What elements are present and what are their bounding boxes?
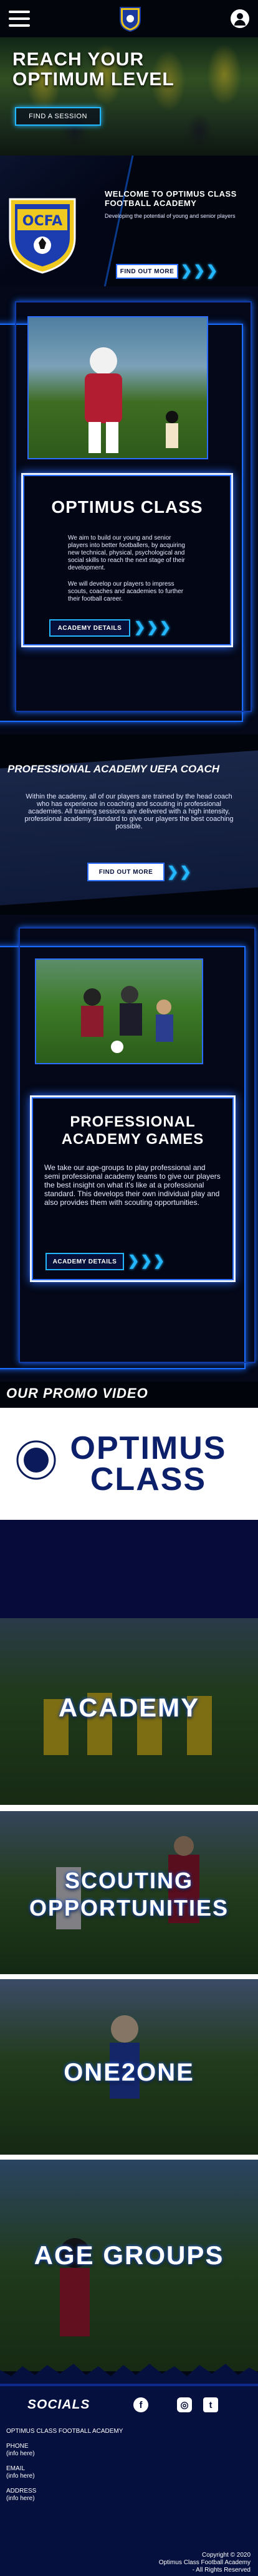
games-title: PROFESSIONAL ACADEMY GAMES [32,1113,234,1148]
copyright-line3: - All Rights Reserved [192,2567,251,2574]
uefa-find-out-more-button[interactable]: FIND OUT MORE [87,863,165,881]
welcome-section: OCFA WELCOME TO OPTIMUS CLASS FOOTBALL A… [0,156,258,286]
tile-scouting[interactable]: SCOUTING OPPORTUNITIES [0,1811,258,1979]
socials-heading: SOCIALS [27,2397,90,2412]
footer-copyright: Copyright © 2020 Optimus Class Football … [159,2552,251,2574]
torn-edge [0,2364,258,2385]
tile-scouting-label: SCOUTING OPPORTUNITIES [0,1867,258,1922]
club-crest-icon[interactable] [117,5,144,32]
hero-banner: REACH YOUR OPTIMUM LEVEL FIND A SESSION [0,37,258,156]
promo-logo-text: OPTIMUS CLASS [55,1430,242,1497]
footer-address-label: ADDRESS [6,2488,37,2494]
top-bar [0,0,258,37]
games-photo [35,958,203,1064]
games-card: PROFESSIONAL ACADEMY GAMES We take our a… [30,1095,236,1282]
footer-email-value[interactable]: (info here) [6,2473,35,2480]
tile-age-groups-label: AGE GROUPS [34,2241,224,2270]
promo-logo-word2: CLASS [90,1461,207,1497]
footer-phone-label: PHONE [6,2443,29,2450]
welcome-subtitle: Developing the potential of young and se… [105,213,236,219]
footer-phone-value[interactable]: (info here) [6,2450,35,2458]
tile-age-groups[interactable]: AGE GROUPS [0,2160,258,2371]
uefa-body: Within the academy, all of our players a… [24,793,234,830]
copyright-line2: Optimus Class Football Academy [158,2559,251,2566]
chevron-right-icon: ❯ ❯ ❯ [181,263,218,278]
tile-academy[interactable]: ACADEMY [0,1618,258,1805]
find-session-button[interactable]: FIND A SESSION [15,107,101,126]
academy-crest-icon: OCFA [9,198,76,274]
footer-address-value: (info here) [6,2495,35,2502]
welcome-title: WELCOME TO OPTIMUS CLASS FOOTBALL ACADEM… [105,189,254,208]
hero-title-line1: REACH YOUR [12,49,145,70]
games-body: We take our age-groups to play professio… [44,1163,221,1207]
promo-logo-word1: OPTIMUS [70,1430,227,1466]
welcome-title-line2: FOOTBALL ACADEMY [105,199,197,208]
instagram-icon[interactable]: ◎ [177,2397,192,2412]
optimus-body-1: We aim to build our young and senior pla… [68,535,185,571]
optimus-card: OPTIMUS CLASS We aim to build our young … [21,473,233,647]
chevron-right-icon: ❯ ❯ ❯ [134,619,171,635]
chevron-right-icon: ❯ ❯ [167,864,191,879]
user-circle-icon[interactable] [231,9,249,28]
find-out-more-button[interactable]: FIND OUT MORE [116,264,178,279]
page: REACH YOUR OPTIMUM LEVEL FIND A SESSION … [0,0,258,2576]
promo-video[interactable]: OPTIMUS CLASS [0,1408,258,1520]
academy-details-button[interactable]: ACADEMY DETAILS [49,619,130,637]
hamburger-icon[interactable] [9,11,30,27]
hero-title-line2: OPTIMUM LEVEL [12,69,174,90]
chevron-right-icon: ❯ ❯ ❯ [128,1253,165,1268]
games-section: PROFESSIONAL ACADEMY GAMES We take our a… [0,915,258,1382]
promo-heading: OUR PROMO VIDEO [6,1385,148,1401]
optimus-section: OPTIMUS CLASS We aim to build our young … [0,286,258,734]
promo-divider [0,1520,258,1619]
facebook-icon[interactable]: f [133,2397,148,2412]
footer: OPTIMUS CLASS FOOTBALL ACADEMY PHONE (in… [0,2424,258,2576]
hero-title: REACH YOUR OPTIMUM LEVEL [12,50,174,90]
footer-email-label: EMAIL [6,2465,26,2472]
uefa-section: PROFESSIONAL ACADEMY UEFA COACH Within t… [0,734,258,915]
tile-scouting-line2: OPPORTUNITIES [29,1895,229,1921]
tile-scouting-line1: SCOUTING [64,1868,193,1893]
games-academy-details-button[interactable]: ACADEMY DETAILS [45,1253,124,1270]
uefa-title: PROFESSIONAL ACADEMY UEFA COACH [7,763,220,775]
tile-one2one[interactable]: ONE2ONE [0,1979,258,2160]
tile-academy-label: ACADEMY [58,1693,200,1722]
twitter-icon[interactable]: t [203,2397,218,2412]
optimus-photo [27,316,208,459]
copyright-line1: Copyright © 2020 [202,2552,251,2559]
games-title-line2: ACADEMY GAMES [61,1131,204,1148]
svg-text:OCFA: OCFA [22,213,62,229]
games-title-line1: PROFESSIONAL [70,1113,196,1130]
promo-header: OUR PROMO VIDEO [0,1382,258,1407]
optimus-title: OPTIMUS CLASS [51,497,203,517]
optimus-body-2: We will develop our players to impress s… [68,581,184,602]
socials-bar: SOCIALS f ◎ t [0,2384,258,2424]
footer-org: OPTIMUS CLASS FOOTBALL ACADEMY [6,2428,123,2435]
tile-one2one-label: ONE2ONE [64,2059,194,2086]
welcome-title-line1: WELCOME TO OPTIMUS CLASS [105,189,237,199]
